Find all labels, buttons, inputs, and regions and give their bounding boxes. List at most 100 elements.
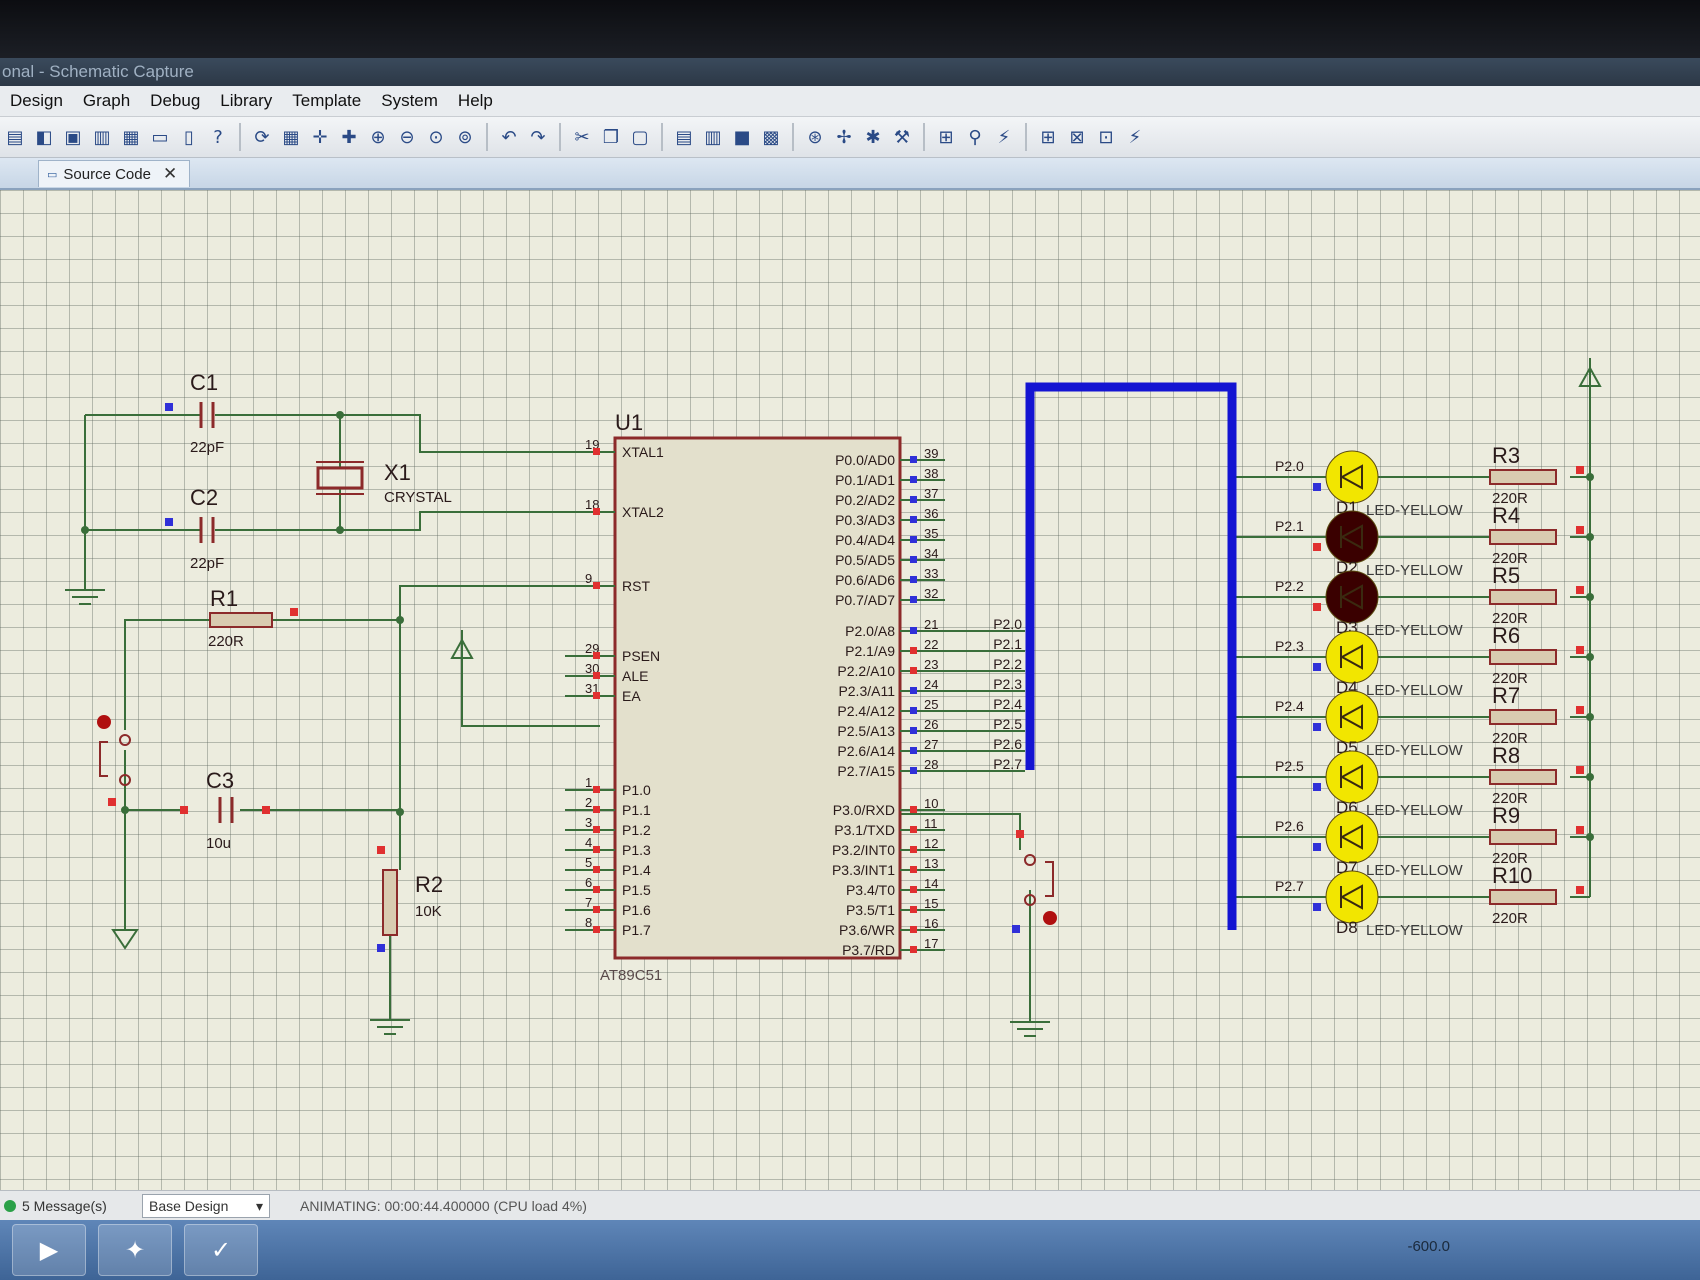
- toolbar-separator: [661, 123, 663, 151]
- net-label: P2.1: [993, 636, 1022, 652]
- menu-template[interactable]: Template: [282, 86, 371, 116]
- pin-state-marker: [593, 448, 600, 455]
- capacitor-c2[interactable]: C2 22pF: [165, 485, 224, 572]
- menu-design[interactable]: Design: [0, 86, 73, 116]
- copy-icon[interactable]: ❐: [598, 124, 624, 150]
- pin-state-marker: [593, 692, 600, 699]
- package-tool-icon[interactable]: ✱: [860, 124, 886, 150]
- mcu-pin-name: P2.4/A12: [837, 703, 895, 719]
- source-code-icon: ▭: [47, 168, 58, 181]
- menu-help[interactable]: Help: [448, 86, 503, 116]
- proteus-isis-icon[interactable]: ✓: [184, 1224, 258, 1276]
- paste-icon[interactable]: ▢: [627, 124, 653, 150]
- mcu-pin-name: XTAL2: [622, 504, 664, 520]
- pick-device-icon[interactable]: ⊛: [802, 124, 828, 150]
- cut-icon[interactable]: ✂: [569, 124, 595, 150]
- zoom-area-icon[interactable]: ⊚: [452, 124, 478, 150]
- pin-state-marker: [910, 866, 917, 873]
- grid-icon[interactable]: ▦: [278, 124, 304, 150]
- pin-state-marker: [910, 906, 917, 913]
- pin-state-marker: [593, 672, 600, 679]
- zoom-in-icon[interactable]: ⊕: [365, 124, 391, 150]
- crystal-x1[interactable]: X1 CRYSTAL: [316, 460, 452, 506]
- wire-autorouter-icon[interactable]: ⊞: [933, 124, 959, 150]
- redo-icon[interactable]: ↷: [525, 124, 551, 150]
- block-delete-icon[interactable]: ▩: [758, 124, 784, 150]
- capacitor-c1[interactable]: C1 22pF: [165, 370, 224, 456]
- pin-state-marker: [910, 806, 917, 813]
- block-copy-icon[interactable]: ▤: [671, 124, 697, 150]
- led-part: LED-YELLOW: [1366, 862, 1464, 879]
- bill-of-materials-icon[interactable]: ⊡: [1093, 124, 1119, 150]
- decompose-icon[interactable]: ⚒: [889, 124, 915, 150]
- menu-graph[interactable]: Graph: [73, 86, 140, 116]
- led-body: [1325, 450, 1379, 504]
- mcu-pin-number: 27: [924, 737, 938, 752]
- p2-bus[interactable]: [1025, 382, 1237, 930]
- int0-button[interactable]: [1012, 830, 1057, 933]
- monitor-bezel: [0, 0, 1700, 62]
- mcu-pin-name: P0.4/AD4: [835, 532, 895, 548]
- resistor-r2[interactable]: R2 10K: [377, 846, 443, 952]
- toolbar-separator: [792, 123, 794, 151]
- electrical-rules-icon[interactable]: ⚡: [1122, 124, 1148, 150]
- led-row[interactable]: P2.0D1 LED-YELLOWR3220R: [1275, 443, 1584, 519]
- mcu-at89c51[interactable]: U1 AT89C51 19 XTAL118 XTAL29 RST29 PSEN30 ALE…: [565, 410, 1022, 984]
- pin-state-marker: [593, 786, 600, 793]
- save-icon[interactable]: ▣: [60, 124, 86, 150]
- zoom-all-icon[interactable]: ⊙: [423, 124, 449, 150]
- make-device-icon[interactable]: ✢: [831, 124, 857, 150]
- design-select[interactable]: Base Design ▾: [142, 1194, 270, 1218]
- pin-state-marker: [910, 576, 917, 583]
- mcu-pin-number: 10: [924, 796, 938, 811]
- menu-library[interactable]: Library: [210, 86, 282, 116]
- pin-state-marker: [910, 667, 917, 674]
- page-icon[interactable]: ▯: [176, 124, 202, 150]
- mcu-pin-name: P1.4: [622, 862, 651, 878]
- new-icon[interactable]: ▤: [2, 124, 28, 150]
- new-sheet-icon[interactable]: ⊞: [1035, 124, 1061, 150]
- mcu-pin-number: 33: [924, 566, 938, 581]
- pin-state-marker: [910, 456, 917, 463]
- open-icon[interactable]: ◧: [31, 124, 57, 150]
- net-label: P2.2: [993, 656, 1022, 672]
- pin-state-marker: [593, 866, 600, 873]
- toolbar-separator: [239, 123, 241, 151]
- schematic-canvas[interactable]: C1 22pF C2 22pF C3 10u X1 CRYSTAL R1 220…: [0, 190, 1700, 1190]
- block-rotate-icon[interactable]: ■: [729, 124, 755, 150]
- menu-system[interactable]: System: [371, 86, 448, 116]
- resistor-r1[interactable]: R1 220R: [208, 586, 298, 650]
- close-icon[interactable]: ✕: [163, 164, 177, 184]
- search-icon[interactable]: ⚲: [962, 124, 988, 150]
- r1-value: 220R: [208, 633, 244, 650]
- property-tool-icon[interactable]: ⚡: [991, 124, 1017, 150]
- mcu-pin-name: P0.2/AD2: [835, 492, 895, 508]
- menu-debug[interactable]: Debug: [140, 86, 210, 116]
- help-icon[interactable]: ?: [205, 124, 231, 150]
- origin-icon[interactable]: ✛: [307, 124, 333, 150]
- zoom-out-icon[interactable]: ⊖: [394, 124, 420, 150]
- network-icon[interactable]: ✦: [98, 1224, 172, 1276]
- c2-ref: C2: [190, 485, 218, 510]
- mcu-pin-number: 5: [585, 855, 592, 870]
- mcu-pin-name: P0.6/AD6: [835, 572, 895, 588]
- block-move-icon[interactable]: ▥: [700, 124, 726, 150]
- undo-icon[interactable]: ↶: [496, 124, 522, 150]
- tab-source-code[interactable]: ▭ Source Code ✕: [38, 160, 191, 187]
- pan-icon[interactable]: ✚: [336, 124, 362, 150]
- mcu-pin-name: P2.7/A15: [837, 763, 895, 779]
- design-select-value: Base Design: [149, 1198, 229, 1214]
- mcu-part: AT89C51: [600, 967, 662, 984]
- messages-indicator[interactable]: 5 Message(s): [0, 1198, 134, 1214]
- pin-state-marker: [910, 687, 917, 694]
- print-icon[interactable]: ▭: [147, 124, 173, 150]
- led-part: LED-YELLOW: [1366, 922, 1464, 939]
- refresh-icon[interactable]: ⟳: [249, 124, 275, 150]
- import-icon[interactable]: ▥: [89, 124, 115, 150]
- media-player-icon[interactable]: ▶: [12, 1224, 86, 1276]
- mcu-pin-number: 9: [585, 571, 592, 586]
- export-icon[interactable]: ▦: [118, 124, 144, 150]
- mcu-pin-name: P2.0/A8: [845, 623, 895, 639]
- pin-state-marker: [1576, 766, 1584, 774]
- remove-sheet-icon[interactable]: ⊠: [1064, 124, 1090, 150]
